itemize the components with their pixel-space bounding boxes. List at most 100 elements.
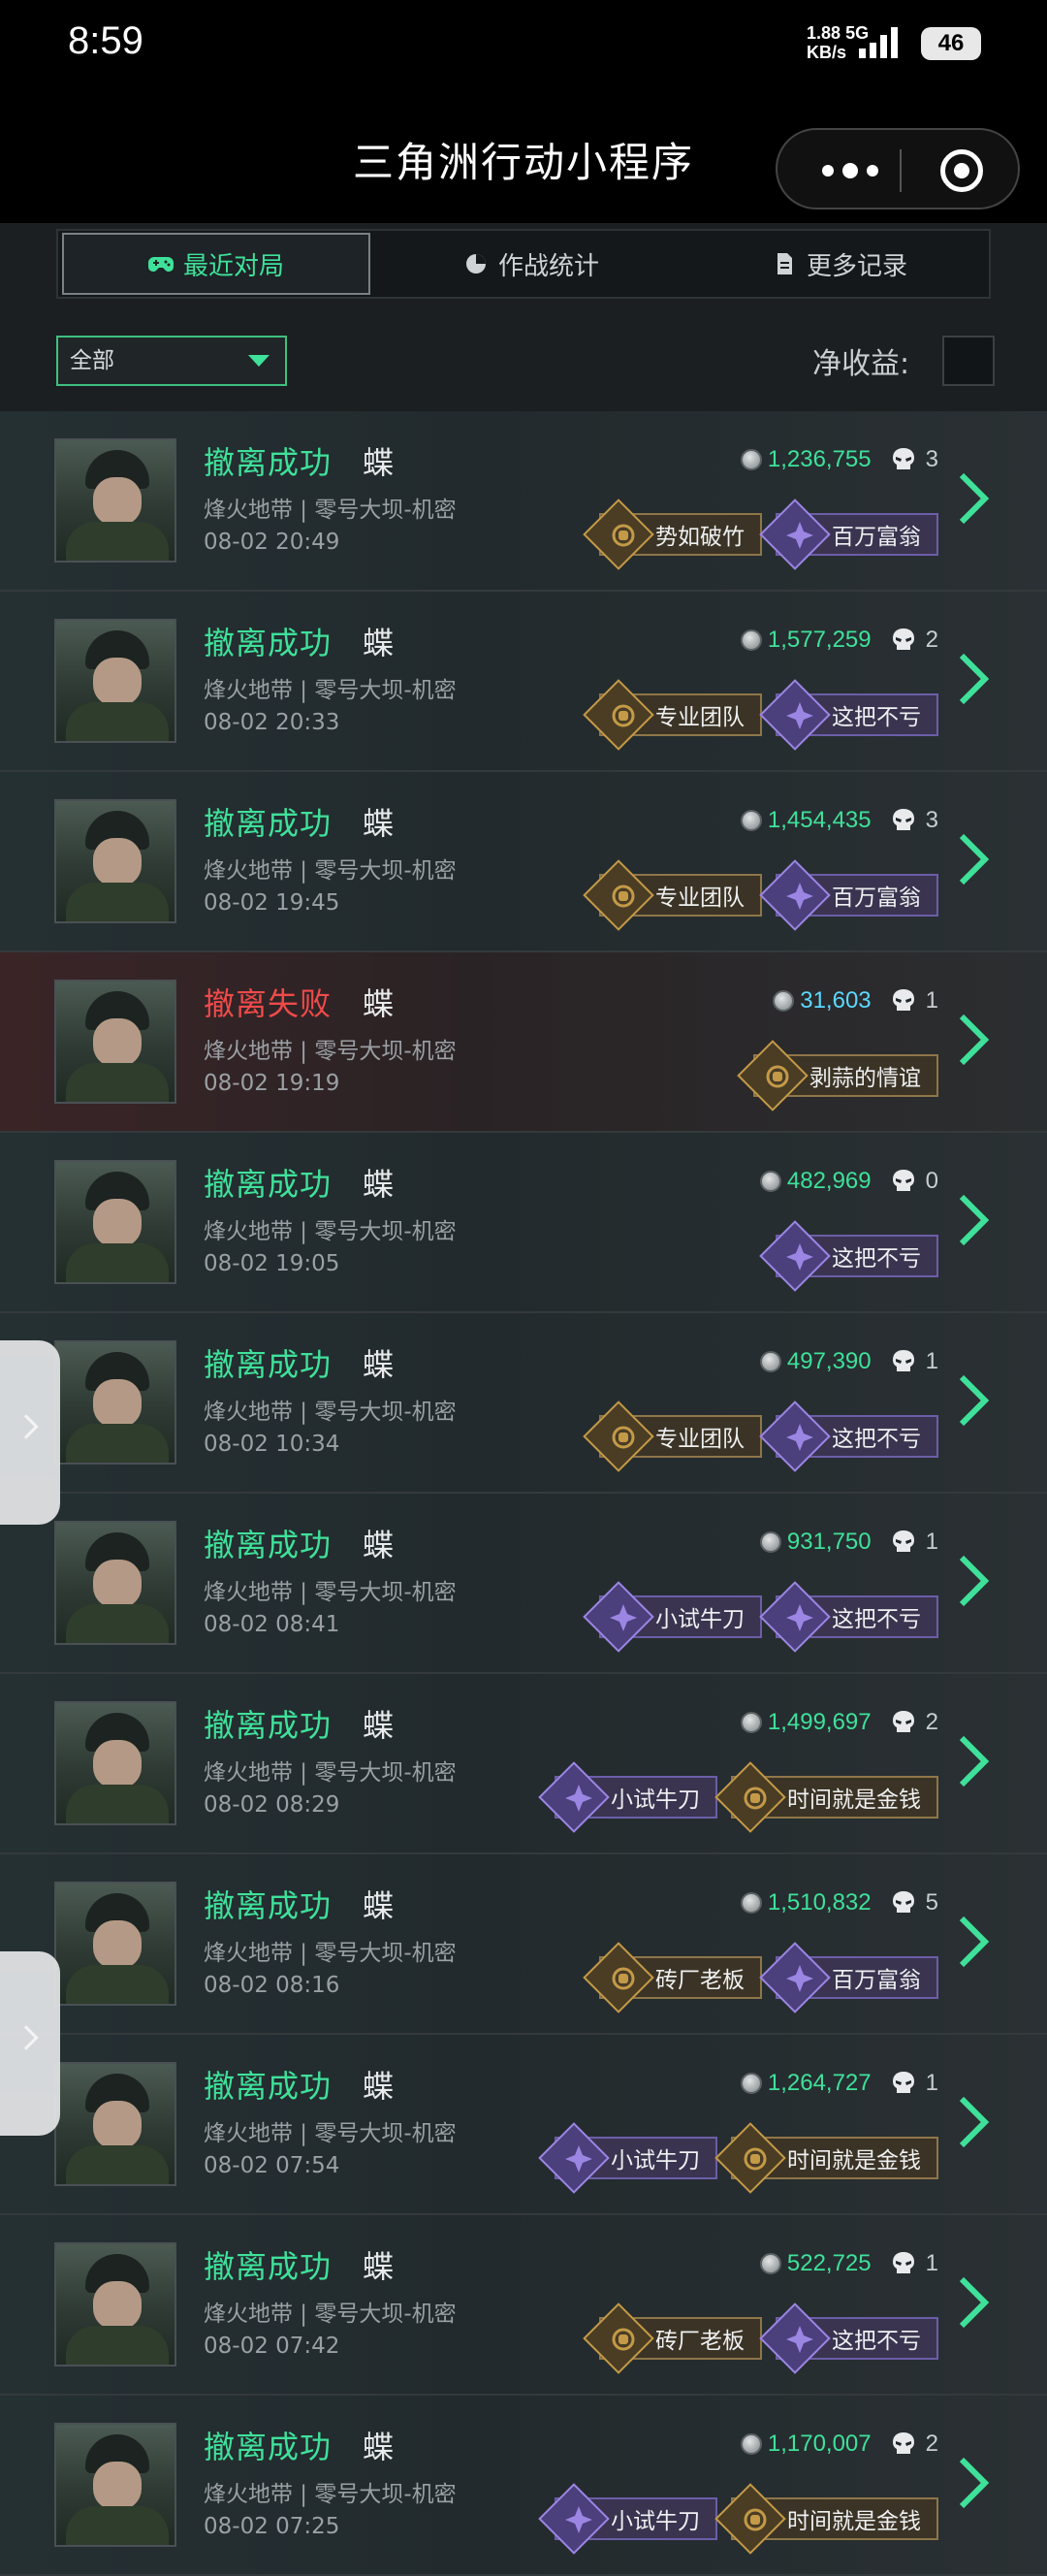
map-name: 烽火地带 | 零号大坝-机密 <box>204 1039 457 1064</box>
match-row[interactable]: 撤离成功 蝶 烽火地带 | 零号大坝-机密 08-02 19:05 482,96… <box>0 1133 1047 1313</box>
chevron-right-icon[interactable] <box>954 1732 993 1790</box>
tab-bar: 最近对局 作战统计 更多记录 <box>56 229 991 299</box>
operator-name: 蝶 <box>363 2248 395 2285</box>
fist-icon <box>612 2328 635 2351</box>
chevron-right-icon[interactable] <box>954 650 993 708</box>
achievement-badges: 这把不亏 <box>759 1220 938 1292</box>
operator-name: 蝶 <box>363 805 395 842</box>
skull-icon <box>892 1530 914 1552</box>
skull-icon <box>892 1711 914 1732</box>
skull-icon <box>892 809 914 830</box>
operator-name: 蝶 <box>363 1707 395 1744</box>
achievement-badges: 小试牛刀 时间就是金钱 <box>538 2483 938 2555</box>
coin-icon <box>759 2253 781 2274</box>
side-drawer-handle[interactable] <box>0 1340 60 1525</box>
net-income-label: 净收益: <box>812 347 910 381</box>
match-row[interactable]: 撤离成功 蝶 烽火地带 | 零号大坝-机密 08-02 08:29 1,499,… <box>0 1674 1047 1854</box>
close-mini-program-button[interactable] <box>940 149 983 192</box>
chevron-right-icon[interactable] <box>954 1913 993 1971</box>
chevron-right-icon[interactable] <box>954 2454 993 2512</box>
skull-icon <box>892 1350 914 1371</box>
achievement-badge: 时间就是金钱 <box>714 1761 938 1833</box>
achievement-badge: 这把不亏 <box>759 679 938 751</box>
chevron-right-icon[interactable] <box>954 1371 993 1430</box>
match-row[interactable]: 撤离成功 蝶 烽火地带 | 零号大坝-机密 08-02 20:49 1,236,… <box>0 411 1047 592</box>
extraction-status: 撤离成功 <box>204 444 333 481</box>
map-name: 烽火地带 | 零号大坝-机密 <box>204 1400 457 1425</box>
net-income-toggle[interactable] <box>942 336 995 386</box>
fist-icon <box>612 704 635 727</box>
badge-label: 时间就是金钱 <box>787 1787 921 1813</box>
match-row[interactable]: 撤离成功 蝶 烽火地带 | 零号大坝-机密 08-02 07:25 1,170,… <box>0 2396 1047 2576</box>
chevron-right-icon[interactable] <box>954 2273 993 2332</box>
loot-value: 1,577,259 <box>767 627 872 653</box>
gamepad-icon <box>147 257 174 272</box>
match-time: 08-02 07:25 <box>204 2514 340 2539</box>
match-time: 08-02 07:42 <box>204 2334 340 2359</box>
chevron-right-icon[interactable] <box>954 1191 993 1249</box>
map-name: 烽火地带 | 零号大坝-机密 <box>204 1219 457 1244</box>
achievement-badges: 剥蒜的情谊 <box>737 1040 938 1111</box>
badge-label: 小试牛刀 <box>655 1607 745 1632</box>
operator-avatar <box>54 980 176 1104</box>
map-name: 烽火地带 | 零号大坝-机密 <box>204 498 457 523</box>
badge-label: 小试牛刀 <box>611 1787 700 1813</box>
skull-icon <box>892 628 914 650</box>
fist-icon <box>612 885 635 908</box>
achievement-badges: 小试牛刀 时间就是金钱 <box>538 2122 938 2194</box>
achievement-badges: 小试牛刀 时间就是金钱 <box>538 1761 938 1833</box>
achievement-badges: 专业团队 这把不亏 <box>583 679 938 751</box>
loot-value: 1,454,435 <box>767 807 872 833</box>
match-stats: 497,390 1 <box>759 1344 938 1379</box>
coin-icon <box>740 449 762 470</box>
achievement-badge: 百万富翁 <box>759 859 938 931</box>
match-row[interactable]: 撤离成功 蝶 烽火地带 | 零号大坝-机密 08-02 08:16 1,510,… <box>0 1854 1047 2035</box>
tab-more-records[interactable]: 更多记录 <box>688 231 991 297</box>
operator-name: 蝶 <box>363 2068 395 2105</box>
match-row[interactable]: 撤离成功 蝶 烽火地带 | 零号大坝-机密 08-02 08:41 931,75… <box>0 1494 1047 1674</box>
achievement-badge: 这把不亏 <box>759 1401 938 1472</box>
kill-count: 1 <box>925 987 938 1014</box>
map-name: 烽火地带 | 零号大坝-机密 <box>204 858 457 884</box>
match-row[interactable]: 撤离失败 蝶 烽火地带 | 零号大坝-机密 08-02 19:19 31,603… <box>0 952 1047 1133</box>
match-row[interactable]: 撤离成功 蝶 烽火地带 | 零号大坝-机密 08-02 07:42 522,72… <box>0 2215 1047 2396</box>
chevron-right-icon[interactable] <box>954 469 993 528</box>
match-stats: 1,510,832 5 <box>740 1885 938 1920</box>
skull-icon <box>892 448 914 469</box>
map-name: 烽火地带 | 零号大坝-机密 <box>204 1580 457 1605</box>
tab-label: 最近对局 <box>182 251 284 281</box>
match-row[interactable]: 撤离成功 蝶 烽火地带 | 零号大坝-机密 08-02 07:54 1,264,… <box>0 2035 1047 2215</box>
map-name: 烽火地带 | 零号大坝-机密 <box>204 678 457 703</box>
badge-label: 时间就是金钱 <box>787 2509 921 2534</box>
match-stats: 931,750 1 <box>759 1525 938 1560</box>
star-icon <box>610 1604 637 1631</box>
mode-filter-dropdown[interactable]: 全部 <box>56 336 287 386</box>
star-icon <box>565 2506 592 2533</box>
match-stats: 1,236,755 3 <box>740 442 938 477</box>
match-row[interactable]: 撤离成功 蝶 烽火地带 | 零号大坝-机密 08-02 19:45 1,454,… <box>0 772 1047 952</box>
match-time: 08-02 19:45 <box>204 890 340 916</box>
tab-recent-matches[interactable]: 最近对局 <box>62 233 370 295</box>
match-row[interactable]: 撤离成功 蝶 烽火地带 | 零号大坝-机密 08-02 20:33 1,577,… <box>0 592 1047 772</box>
map-name: 烽火地带 | 零号大坝-机密 <box>204 2482 457 2507</box>
chevron-right-icon[interactable] <box>954 830 993 888</box>
side-drawer-handle[interactable] <box>0 1951 60 2136</box>
extraction-status: 撤离成功 <box>204 1527 333 1563</box>
operator-name: 蝶 <box>363 985 395 1022</box>
achievement-badge: 小试牛刀 <box>538 1761 717 1833</box>
achievement-badge: 百万富翁 <box>759 499 938 570</box>
tab-combat-stats[interactable]: 作战统计 <box>378 231 684 297</box>
badge-label: 小试牛刀 <box>611 2148 700 2174</box>
extraction-status: 撤离成功 <box>204 1707 333 1744</box>
kill-count: 3 <box>925 807 938 833</box>
match-row[interactable]: 撤离成功 蝶 烽火地带 | 零号大坝-机密 08-02 10:34 497,39… <box>0 1313 1047 1494</box>
chevron-right-icon[interactable] <box>954 1011 993 1069</box>
chevron-right-icon[interactable] <box>954 2093 993 2151</box>
badge-label: 势如破竹 <box>655 525 745 550</box>
chevron-right-icon[interactable] <box>954 1552 993 1610</box>
extraction-status: 撤离成功 <box>204 2429 333 2465</box>
more-options-button[interactable] <box>807 149 894 192</box>
operator-avatar <box>54 438 176 563</box>
skull-icon <box>892 2252 914 2273</box>
coin-icon <box>740 1892 762 1914</box>
